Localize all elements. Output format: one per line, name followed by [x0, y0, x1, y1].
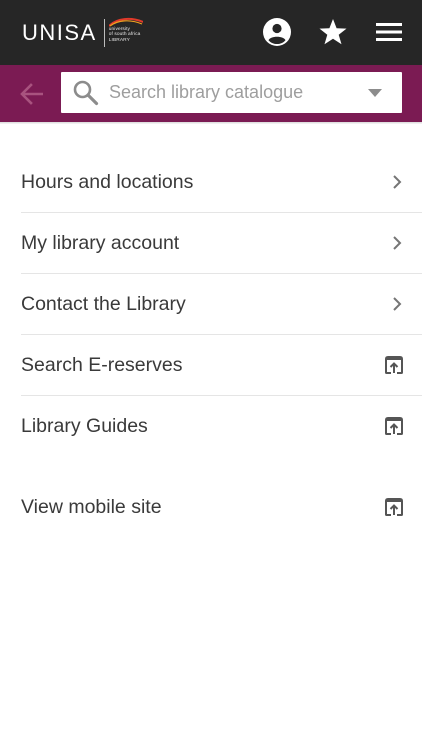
- menu-item-label: Library Guides: [21, 415, 148, 437]
- menu-item-label: Hours and locations: [21, 171, 194, 193]
- account-circle-icon: [263, 18, 291, 46]
- logo-divider: [103, 19, 105, 47]
- search-input[interactable]: [109, 72, 349, 113]
- chevron-right-icon: [388, 234, 406, 252]
- menu-item-label: My library account: [21, 232, 180, 254]
- menu-item-search-e-reserves[interactable]: Search E-reserves: [21, 335, 422, 396]
- logo-wordmark: UNISA: [22, 20, 97, 45]
- search-icon: [73, 80, 99, 106]
- menu-section-gap: [0, 457, 422, 477]
- unisa-logo[interactable]: UNISA university of south africa LIBRARY: [22, 14, 143, 52]
- menu-item-my-library-account[interactable]: My library account: [21, 213, 422, 274]
- menu-item-view-mobile-site[interactable]: View mobile site: [21, 477, 422, 538]
- chevron-right-icon: [388, 173, 406, 191]
- logo-emblem: university of south africa LIBRARY: [108, 16, 143, 50]
- open-external-icon: [384, 355, 404, 375]
- account-button[interactable]: [261, 15, 293, 49]
- menu-item-hours-and-locations[interactable]: Hours and locations: [21, 152, 422, 213]
- main-menu-button[interactable]: [373, 15, 405, 49]
- open-external-icon: [384, 497, 404, 517]
- open-external-icon: [384, 416, 404, 436]
- search-bar: [0, 65, 422, 122]
- menu-item-label: View mobile site: [21, 496, 162, 518]
- search-box: [61, 72, 402, 113]
- logo-line-library: LIBRARY: [108, 37, 130, 43]
- logo-swoosh-icon: [108, 17, 143, 27]
- menu-item-library-guides[interactable]: Library Guides: [21, 396, 422, 457]
- favorites-button[interactable]: [317, 15, 349, 49]
- search-bar-shadow: [0, 122, 422, 124]
- menu-item-contact-the-library[interactable]: Contact the Library: [21, 274, 422, 335]
- caret-down-icon[interactable]: [368, 89, 382, 97]
- logo-text-lines: university of south africa LIBRARY: [109, 27, 141, 43]
- library-menu-list: Hours and locations My library account C…: [0, 152, 422, 538]
- hamburger-menu-icon: [376, 23, 402, 41]
- menu-item-label: Search E-reserves: [21, 354, 183, 376]
- back-button[interactable]: [14, 76, 50, 112]
- star-icon: [319, 19, 347, 45]
- back-arrow-icon: [20, 83, 43, 105]
- menu-item-label: Contact the Library: [21, 293, 186, 315]
- top-app-bar: UNISA university of south africa LIBRARY: [0, 0, 422, 65]
- chevron-right-icon: [388, 295, 406, 313]
